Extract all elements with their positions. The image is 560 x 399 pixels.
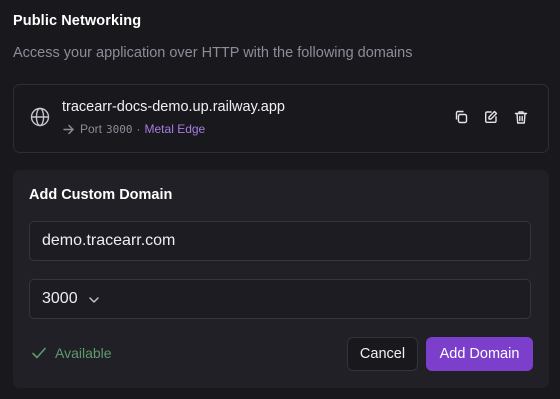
availability-status: Available [31, 345, 112, 361]
arrow-right-icon [62, 123, 75, 136]
section-title: Public Networking [13, 13, 142, 29]
domain-link[interactable]: tracearr-docs-demo.up.railway.app [62, 99, 285, 115]
domain-field[interactable] [29, 221, 531, 261]
edit-icon[interactable] [483, 109, 498, 125]
separator: · [136, 122, 141, 136]
port-select-value: 3000 [42, 290, 78, 307]
copy-icon[interactable] [453, 109, 468, 125]
chevron-down-icon [88, 293, 100, 305]
edge-label: Metal Edge [144, 122, 206, 136]
networking-settings: Public Networking Access your applicatio… [0, 0, 560, 399]
globe-icon [30, 107, 50, 127]
domain-actions [453, 109, 528, 125]
add-domain-button[interactable]: Add Domain [426, 337, 533, 371]
availability-label: Available [55, 345, 112, 361]
domain-input[interactable] [30, 222, 530, 260]
port-label: Port [80, 122, 103, 136]
port-info: Port 3000 · Metal Edge [62, 122, 205, 136]
panel-title: Add Custom Domain [29, 187, 173, 203]
add-custom-domain-panel: Add Custom Domain 3000 Available Cancel … [13, 170, 549, 388]
check-icon [32, 347, 46, 359]
cancel-button[interactable]: Cancel [347, 337, 418, 371]
domain-card: tracearr-docs-demo.up.railway.app Port 3… [13, 84, 549, 153]
section-description: Access your application over HTTP with t… [13, 45, 413, 61]
port-select[interactable]: 3000 [29, 279, 531, 319]
port-number: 3000 [106, 122, 133, 136]
trash-icon[interactable] [513, 109, 528, 125]
